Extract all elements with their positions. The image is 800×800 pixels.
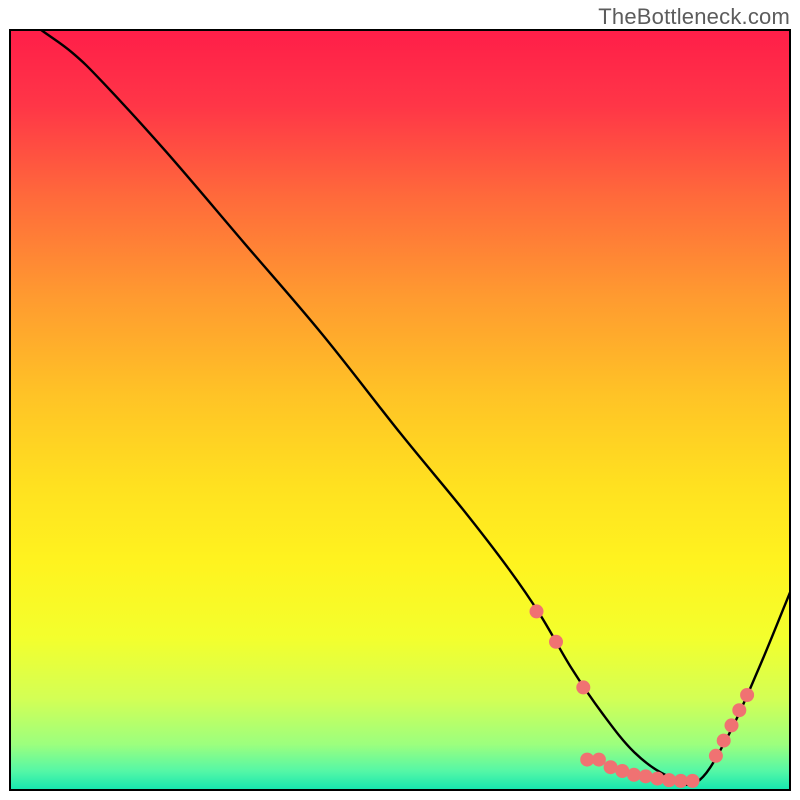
highlight-dot bbox=[549, 635, 563, 649]
highlight-dot bbox=[639, 769, 653, 783]
watermark-text: TheBottleneck.com bbox=[598, 4, 790, 30]
highlight-dot bbox=[740, 688, 754, 702]
bottleneck-plot bbox=[0, 0, 800, 800]
highlight-dot bbox=[725, 718, 739, 732]
highlight-dot bbox=[592, 753, 606, 767]
gradient-background bbox=[10, 30, 790, 790]
chart-stage: TheBottleneck.com bbox=[0, 0, 800, 800]
highlight-dot bbox=[709, 749, 723, 763]
highlight-dot bbox=[576, 680, 590, 694]
highlight-dot bbox=[732, 703, 746, 717]
highlight-dot bbox=[717, 734, 731, 748]
highlight-dot bbox=[686, 774, 700, 788]
highlight-dot bbox=[530, 604, 544, 618]
